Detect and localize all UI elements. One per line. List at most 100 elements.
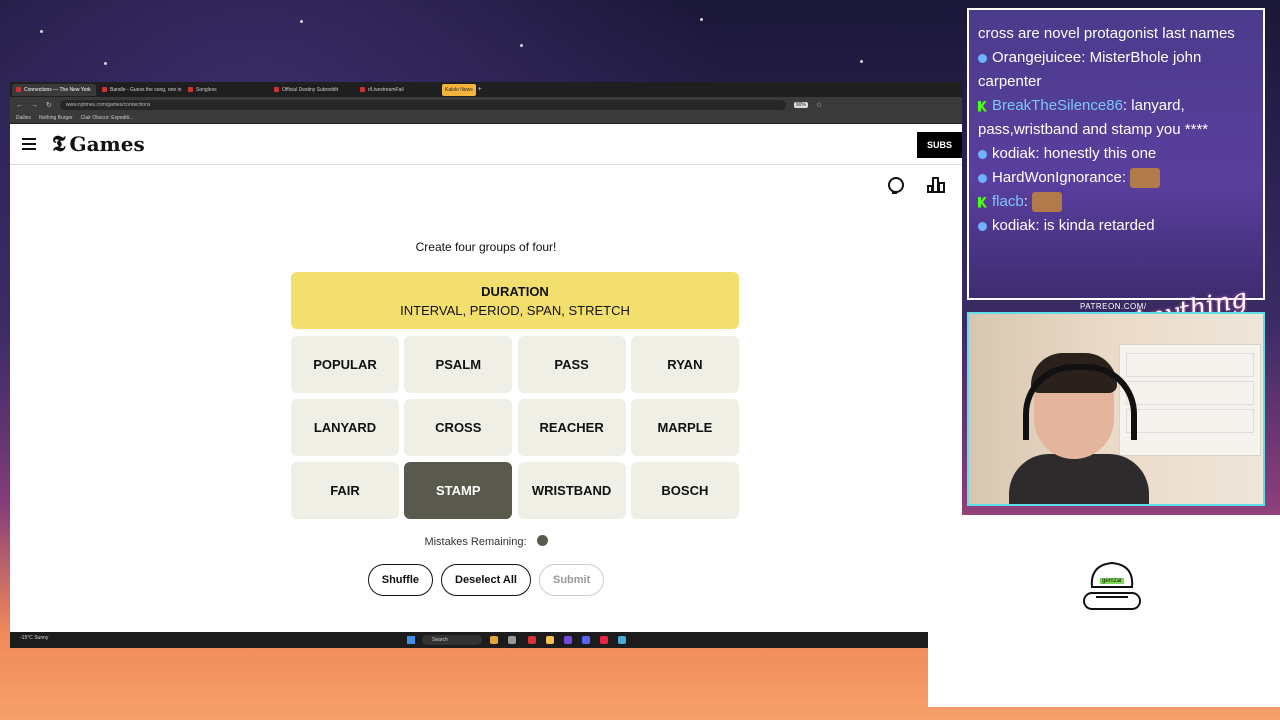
bookmark-item[interactable]: Clair Obscur: Expediti... [81, 115, 134, 121]
bookmark-item[interactable]: Nothing Burger [39, 115, 73, 121]
streamer [1009, 349, 1149, 504]
chat-username[interactable]: Orangejuicee [992, 49, 1081, 66]
dresser-background [1119, 344, 1261, 456]
weather-widget[interactable]: -15°C Sunny [20, 635, 48, 641]
browser-tab[interactable]: Kalolo News [442, 83, 476, 96]
chat-message: BreakTheSilence86: lanyard, pass,wristba… [969, 94, 1263, 142]
mascot-label: gemzar [1100, 578, 1125, 584]
chat-username[interactable]: flacb [992, 193, 1024, 210]
chat-message: kodiak: honestly this one [969, 142, 1263, 166]
deselect-all-button[interactable]: Deselect All [441, 564, 531, 596]
word-card[interactable]: PSALM [404, 336, 513, 393]
word-card[interactable]: FAIR [291, 462, 399, 519]
chat-username[interactable]: kodiak [992, 145, 1035, 162]
taskbar-app-icon[interactable] [508, 636, 516, 644]
mascot-icon [1083, 561, 1141, 610]
word-card[interactable]: REACHER [517, 399, 626, 456]
bookmark-star-icon[interactable]: ☆ [816, 101, 822, 109]
solved-category: DURATION [481, 284, 549, 299]
chat-emote-icon [1130, 168, 1161, 189]
taskbar-app-icon[interactable] [528, 636, 536, 644]
shuffle-button[interactable]: Shuffle [367, 564, 434, 596]
solved-words: INTERVAL, PERIOD, SPAN, STRETCH [400, 303, 630, 318]
word-card[interactable]: POPULAR [291, 336, 399, 393]
chat-badge-icon [978, 221, 987, 231]
windows-start-icon[interactable] [407, 636, 415, 644]
tab-label: Songless [196, 86, 217, 93]
chat-emote-icon [1032, 192, 1063, 213]
chat-separator: : [1081, 49, 1090, 66]
chat-separator: : [1035, 145, 1044, 162]
tab-favicon-icon [188, 87, 193, 92]
game-toolbar [10, 165, 962, 205]
chat-username[interactable]: kodiak [992, 217, 1035, 234]
mistake-dots [536, 535, 548, 549]
stream-chat: cross are novel protagonist last names O… [967, 8, 1265, 300]
browser-tab[interactable]: Official Destiny Subreddit [270, 84, 354, 96]
submit-button[interactable]: Submit [538, 564, 605, 596]
menu-icon[interactable] [22, 138, 36, 150]
windows-taskbar: -15°C Sunny Search [10, 632, 928, 648]
taskbar-app-icon[interactable] [564, 636, 572, 644]
action-buttons: Shuffle Deselect All Submit [10, 564, 962, 596]
back-icon[interactable]: ← [16, 102, 23, 109]
chat-badge-icon [978, 149, 987, 159]
browser-tab[interactable]: Connections — The New York [12, 83, 96, 96]
word-card[interactable]: WRISTBAND [517, 462, 626, 519]
mistakes-row: Mistakes Remaining: [10, 535, 962, 549]
bookmarks-bar: Dailies Nothing Burger Clair Obscur: Exp… [10, 113, 962, 124]
solved-group: DURATION INTERVAL, PERIOD, SPAN, STRETCH [291, 272, 739, 329]
mistakes-label: Mistakes Remaining: [424, 536, 527, 548]
url-bar: ← → ↻ www.nytimes.com/games/connections … [10, 97, 962, 113]
taskbar-app-icon[interactable] [546, 636, 554, 644]
chat-separator: : [1122, 97, 1132, 114]
tab-favicon-icon [102, 87, 107, 92]
word-card[interactable]: CROSS [404, 399, 513, 456]
stats-icon[interactable] [927, 177, 945, 193]
webcam-feed [967, 312, 1265, 506]
nyt-games-logo[interactable]: 𝕿 Games [52, 131, 145, 157]
chat-separator: : [1121, 169, 1131, 186]
chat-badge-icon [978, 196, 987, 208]
zoom-badge[interactable]: 90% [793, 102, 808, 108]
tab-label: Bandle - Guess the song, one in [110, 86, 182, 93]
reload-icon[interactable]: ↻ [46, 101, 52, 109]
tab-label: Connections — The New York [24, 86, 91, 93]
hint-bulb-icon[interactable] [888, 177, 904, 194]
taskbar-app-icon[interactable] [490, 636, 498, 644]
word-card[interactable]: LANYARD [291, 399, 399, 456]
bookmark-item[interactable]: Dailies [16, 115, 31, 121]
chat-message: HardWonIgnorance: [969, 166, 1263, 190]
chat-username[interactable]: HardWonIgnorance [992, 169, 1122, 186]
chat-message: flacb: [969, 190, 1263, 214]
word-card[interactable]: MARPLE [630, 399, 739, 456]
chat-message: kodiak: is kinda retarded [969, 214, 1263, 238]
browser-tab[interactable]: Bandle - Guess the song, one in [98, 84, 182, 96]
taskbar-app-icon[interactable] [582, 636, 590, 644]
tab-favicon-icon [360, 87, 365, 92]
taskbar-search[interactable]: Search [422, 635, 482, 645]
word-card[interactable]: STAMP [404, 462, 513, 519]
chat-text: honestly this one [1043, 145, 1157, 162]
browser-tab[interactable]: Songless [184, 84, 268, 96]
taskbar-app-icon[interactable] [618, 636, 626, 644]
tab-label: Official Destiny Subreddit [282, 86, 339, 93]
tab-favicon-icon [274, 87, 279, 92]
taskbar-app-icon[interactable] [600, 636, 608, 644]
chat-badge-icon [978, 173, 987, 183]
chat-separator: : [1023, 193, 1033, 210]
subscribe-button[interactable]: SUBS [917, 132, 962, 158]
tab-favicon-icon [16, 87, 21, 92]
nyt-t-icon: 𝕿 [52, 131, 66, 157]
forward-icon[interactable]: → [31, 102, 38, 109]
new-tab-icon[interactable]: + [478, 86, 482, 93]
chat-badge-icon [978, 100, 987, 112]
word-card[interactable]: PASS [517, 336, 626, 393]
tab-bar: Connections — The New York Bandle - Guess… [10, 82, 962, 97]
word-card[interactable]: BOSCH [630, 462, 739, 519]
word-card[interactable]: RYAN [630, 336, 739, 393]
chat-username[interactable]: BreakTheSilence86 [992, 97, 1123, 114]
tab-label: Kalolo News [445, 86, 473, 93]
browser-tab[interactable]: r/LivestreamFail [356, 84, 440, 96]
address-input[interactable]: www.nytimes.com/games/connections [59, 100, 786, 110]
